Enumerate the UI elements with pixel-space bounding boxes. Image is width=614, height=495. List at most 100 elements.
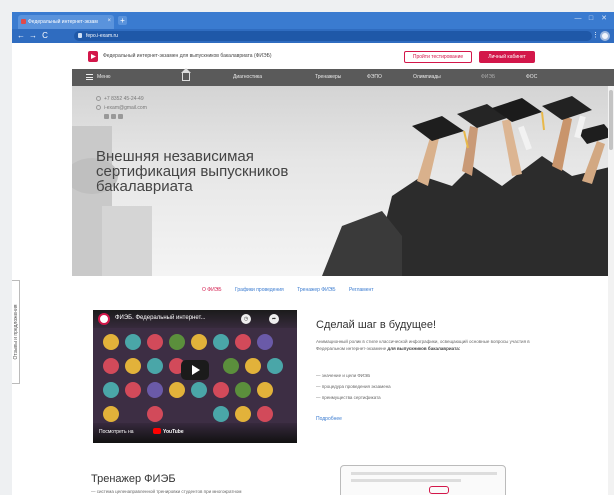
nav-item-trainers[interactable]: Тренажеры [315, 74, 341, 80]
lock-icon [78, 33, 82, 38]
reload-icon[interactable]: C [40, 31, 50, 41]
favicon-icon [21, 19, 26, 24]
nav-item-olympiads[interactable]: Олимпиады [413, 74, 441, 80]
icon-circle [103, 406, 119, 422]
hamburger-icon[interactable] [86, 74, 93, 80]
browser-menu-icon[interactable]: ⋮ [592, 31, 599, 39]
window-close-icon[interactable]: ✕ [600, 15, 608, 23]
youtube-logo-icon[interactable] [153, 428, 161, 434]
screen-highlight [429, 486, 449, 494]
icon-circle [235, 334, 251, 350]
back-icon[interactable]: ← [16, 31, 26, 41]
nav-menu[interactable]: Меню [97, 74, 111, 80]
section-links: О ФИЭБ Графики проведения Тренажер ФИЭБ … [202, 287, 386, 293]
icon-circle [213, 382, 229, 398]
icon-circle [257, 382, 273, 398]
icon-circle [191, 382, 207, 398]
home-icon[interactable] [181, 68, 191, 81]
take-test-button[interactable]: Пройти тестирование [404, 51, 472, 63]
screen-line [351, 479, 461, 482]
step-title: Сделай шаг в будущее! [316, 319, 437, 331]
vk-icon[interactable] [104, 114, 109, 119]
maximize-icon[interactable]: □ [587, 15, 595, 23]
icon-circle [191, 334, 207, 350]
main-nav: Меню Диагностика Тренажеры ФЭПО Олимпиад… [72, 68, 614, 86]
watch-on-label[interactable]: Посмотреть на [99, 429, 134, 435]
icon-circle [147, 406, 163, 422]
email-line: i-exam@gmail.com [96, 105, 147, 111]
icon-circle [223, 358, 239, 374]
forward-icon[interactable]: → [28, 31, 38, 41]
personal-cabinet-button[interactable]: Личный кабинет [479, 51, 535, 63]
bullet-item: — процедура проведения экзамена [316, 384, 391, 389]
nav-item-fepo[interactable]: ФЭПО [367, 74, 382, 80]
feedback-label: Отзывы и предложения [13, 304, 19, 360]
phone-text[interactable]: +7 8352 45-24-49 [104, 96, 144, 102]
icon-circle [103, 334, 119, 350]
new-tab-button[interactable]: + [118, 16, 127, 25]
email-icon [96, 105, 101, 110]
icon-circle [245, 358, 261, 374]
page-scrollbar[interactable] [608, 86, 614, 495]
bullet-item: — значение и цели ФИЭБ [316, 373, 371, 378]
icon-circle [257, 334, 273, 350]
link-about[interactable]: О ФИЭБ [202, 287, 222, 293]
step-bullets: — значение и цели ФИЭБ — процедура прове… [316, 373, 391, 406]
scrollbar-thumb[interactable] [609, 90, 613, 150]
phone-icon [96, 96, 101, 101]
icon-circle [147, 358, 163, 374]
screen-line [351, 472, 497, 475]
social-icons [96, 114, 147, 121]
minimize-icon[interactable]: — [574, 15, 582, 23]
hero-contacts: +7 8352 45-24-49 i-exam@gmail.com [96, 96, 147, 124]
nav-item-fieb[interactable]: ФИЭБ [481, 74, 495, 80]
tab-title: Федеральный интернет-экзам [28, 19, 98, 25]
profile-avatar[interactable] [600, 31, 610, 41]
icon-circle [235, 406, 251, 422]
icon-circle [169, 334, 185, 350]
icon-circle [235, 382, 251, 398]
address-bar[interactable]: fepo.i-exam.ru [74, 31, 592, 41]
step-description: Анимационный ролик в стиле классической … [316, 338, 530, 352]
play-button[interactable] [181, 360, 209, 380]
icon-circle [125, 358, 141, 374]
icon-circle [125, 382, 141, 398]
link-schedule[interactable]: Графики проведения [235, 287, 284, 293]
link-trainer[interactable]: Тренажер ФИЭБ [297, 287, 335, 293]
browser-tab[interactable]: Федеральный интернет-экзам × [18, 15, 114, 29]
icon-circle [267, 358, 283, 374]
video-title[interactable]: ФИЭБ. Федеральный интернет... [115, 315, 206, 321]
icon-circle [103, 382, 119, 398]
channel-logo[interactable] [98, 313, 110, 325]
hero-title: Внешняя независимая сертификация выпускн… [96, 148, 289, 195]
link-regulations[interactable]: Регламент [349, 287, 374, 293]
share-icon[interactable]: ➦ [269, 314, 279, 324]
instagram-icon[interactable] [118, 114, 123, 119]
youtube-icon[interactable] [111, 114, 116, 119]
site-name: Федеральный интернет-экзамен для выпускн… [103, 53, 272, 59]
icon-circle [125, 334, 141, 350]
youtube-brand[interactable]: YouTube [163, 429, 184, 435]
address-row: ← → C fepo.i-exam.ru ⋮ [12, 29, 614, 43]
icon-circle [103, 358, 119, 374]
more-link[interactable]: Подробнее [316, 416, 342, 422]
email-text[interactable]: i-exam@gmail.com [104, 105, 147, 111]
phone-line: +7 8352 45-24-49 [96, 96, 147, 102]
site-logo[interactable] [88, 51, 98, 62]
icon-circle [169, 382, 185, 398]
tab-bar: Федеральный интернет-экзам × + — □ ✕ [12, 12, 614, 29]
feedback-side-tab[interactable]: Отзывы и предложения [12, 280, 20, 384]
icon-circle [147, 382, 163, 398]
tab-close-icon[interactable]: × [107, 18, 111, 24]
icon-circle [147, 334, 163, 350]
browser-window: Федеральный интернет-экзам × + — □ ✕ ← →… [12, 12, 614, 495]
trainer-title: Тренажер ФИЭБ [91, 473, 176, 485]
icon-circle [257, 406, 273, 422]
hero-banner: +7 8352 45-24-49 i-exam@gmail.com Внешня… [72, 86, 614, 276]
nav-item-diagnostics[interactable]: Диагностика [233, 74, 262, 80]
nav-item-fos[interactable]: ФОС [526, 74, 537, 80]
youtube-video[interactable]: ФИЭБ. Федеральный интернет... ◷ ➦ Посмот… [93, 310, 297, 443]
watch-later-icon[interactable]: ◷ [241, 314, 251, 324]
bullet-item: — преимущества сертификата [316, 395, 381, 400]
icon-circle [213, 334, 229, 350]
